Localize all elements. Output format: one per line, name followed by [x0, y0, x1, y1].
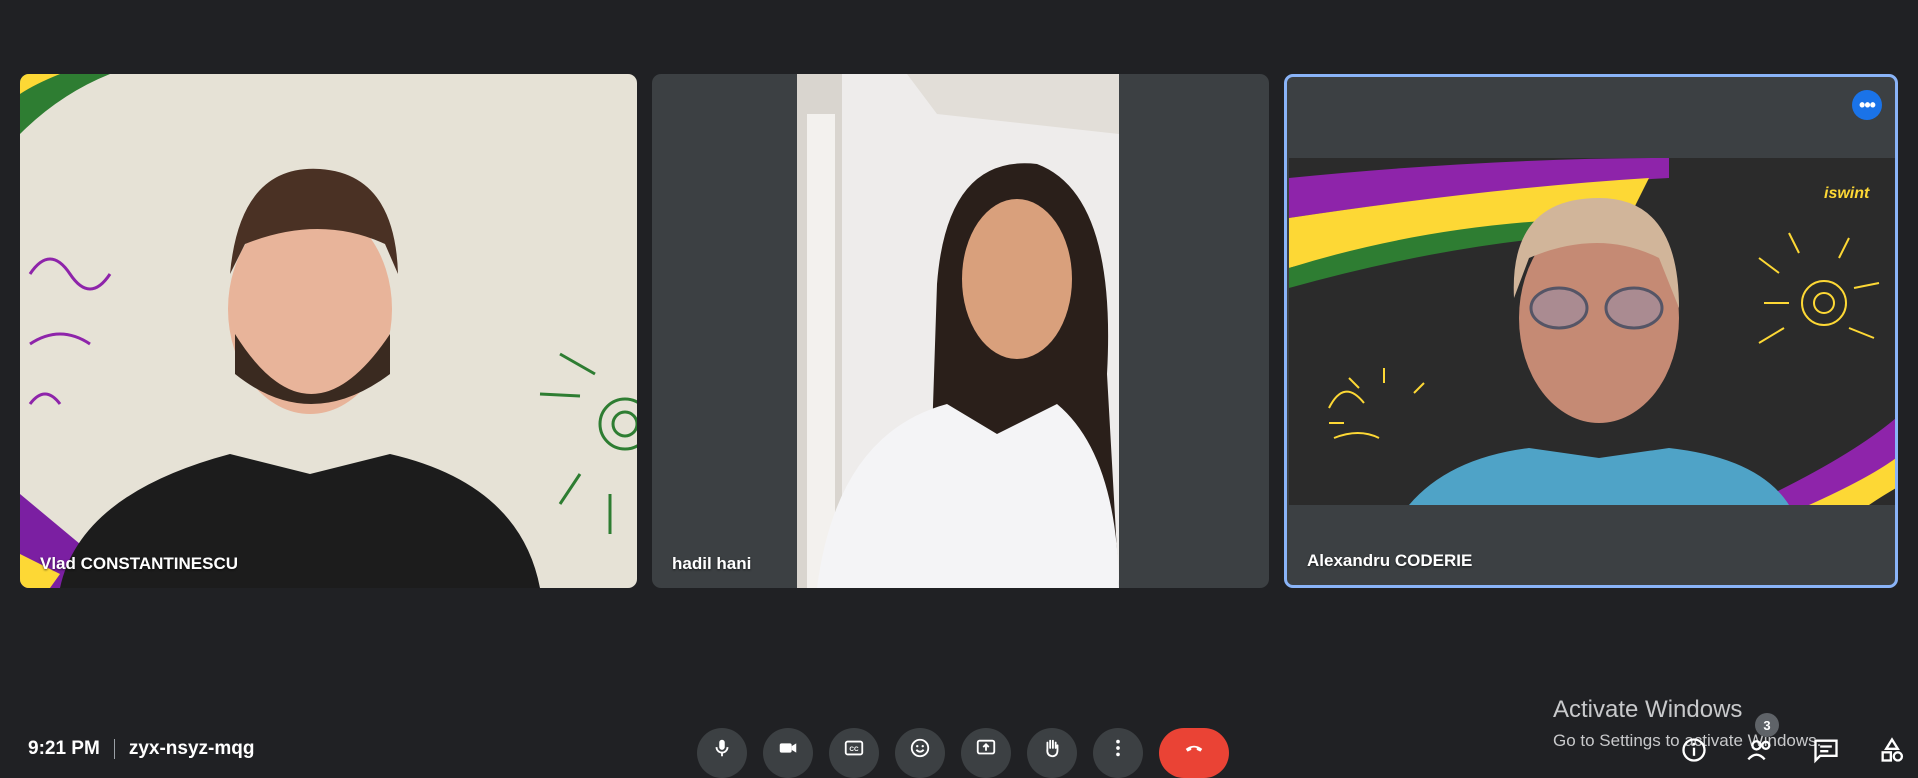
people-count-badge: 3: [1755, 713, 1779, 737]
meeting-info: 9:21 PM zyx-nsyz-mqg: [28, 738, 254, 760]
more-options-icon: [1116, 739, 1120, 757]
present-screen-icon: [976, 739, 996, 755]
participant-name: Vlad CONSTANTINESCU: [40, 554, 239, 573]
meeting-code: zyx-nsyz-mqg: [128, 738, 255, 759]
activities-button[interactable]: [1878, 736, 1906, 764]
emoji-button[interactable]: [895, 728, 945, 778]
watermark-title: Activate Windows: [1553, 696, 1743, 723]
video-feed: [797, 74, 1119, 588]
participant-tile-alexandru[interactable]: iswint ••• Alexandru CODERIE: [1284, 74, 1898, 588]
captions-icon: CC: [844, 740, 864, 756]
video-feed: [20, 74, 637, 588]
raise-hand-icon: [1046, 739, 1059, 758]
shapes-icon: [1881, 737, 1904, 762]
participant-tile-hadil[interactable]: hadil hani: [652, 74, 1269, 588]
more-options-button[interactable]: •••: [1852, 90, 1882, 120]
microphone-icon: [715, 739, 729, 757]
raise-hand-button[interactable]: [1027, 728, 1077, 778]
people-icon: [1747, 740, 1771, 761]
people-button[interactable]: [1746, 736, 1774, 764]
camera-icon: [779, 743, 797, 753]
participant-name: Alexandru CODERIE: [1307, 551, 1473, 570]
end-call-button[interactable]: [1159, 728, 1229, 778]
more-options-button[interactable]: [1093, 728, 1143, 778]
video-feed: iswint: [1289, 158, 1895, 505]
meeting-time: 9:21 PM: [28, 738, 100, 759]
microphone-button[interactable]: [697, 728, 747, 778]
call-controls: CC: [697, 728, 1229, 778]
emoji-icon: [910, 738, 930, 758]
participant-tile-vlad[interactable]: Vlad CONSTANTINESCU: [20, 74, 637, 588]
present-screen-button[interactable]: [961, 728, 1011, 778]
info-icon: [1682, 738, 1706, 762]
divider: [113, 739, 115, 759]
camera-button[interactable]: [763, 728, 813, 778]
chat-icon: [1814, 739, 1838, 764]
captions-button[interactable]: CC: [829, 728, 879, 778]
meeting-details-button[interactable]: [1680, 736, 1708, 764]
chat-button[interactable]: [1812, 736, 1840, 764]
side-panel-controls: [1680, 736, 1906, 764]
end-call-icon: [1185, 745, 1203, 752]
svg-text:iswint: iswint: [1824, 185, 1870, 202]
svg-text:CC: CC: [849, 746, 859, 753]
participant-name: hadil hani: [672, 554, 752, 573]
